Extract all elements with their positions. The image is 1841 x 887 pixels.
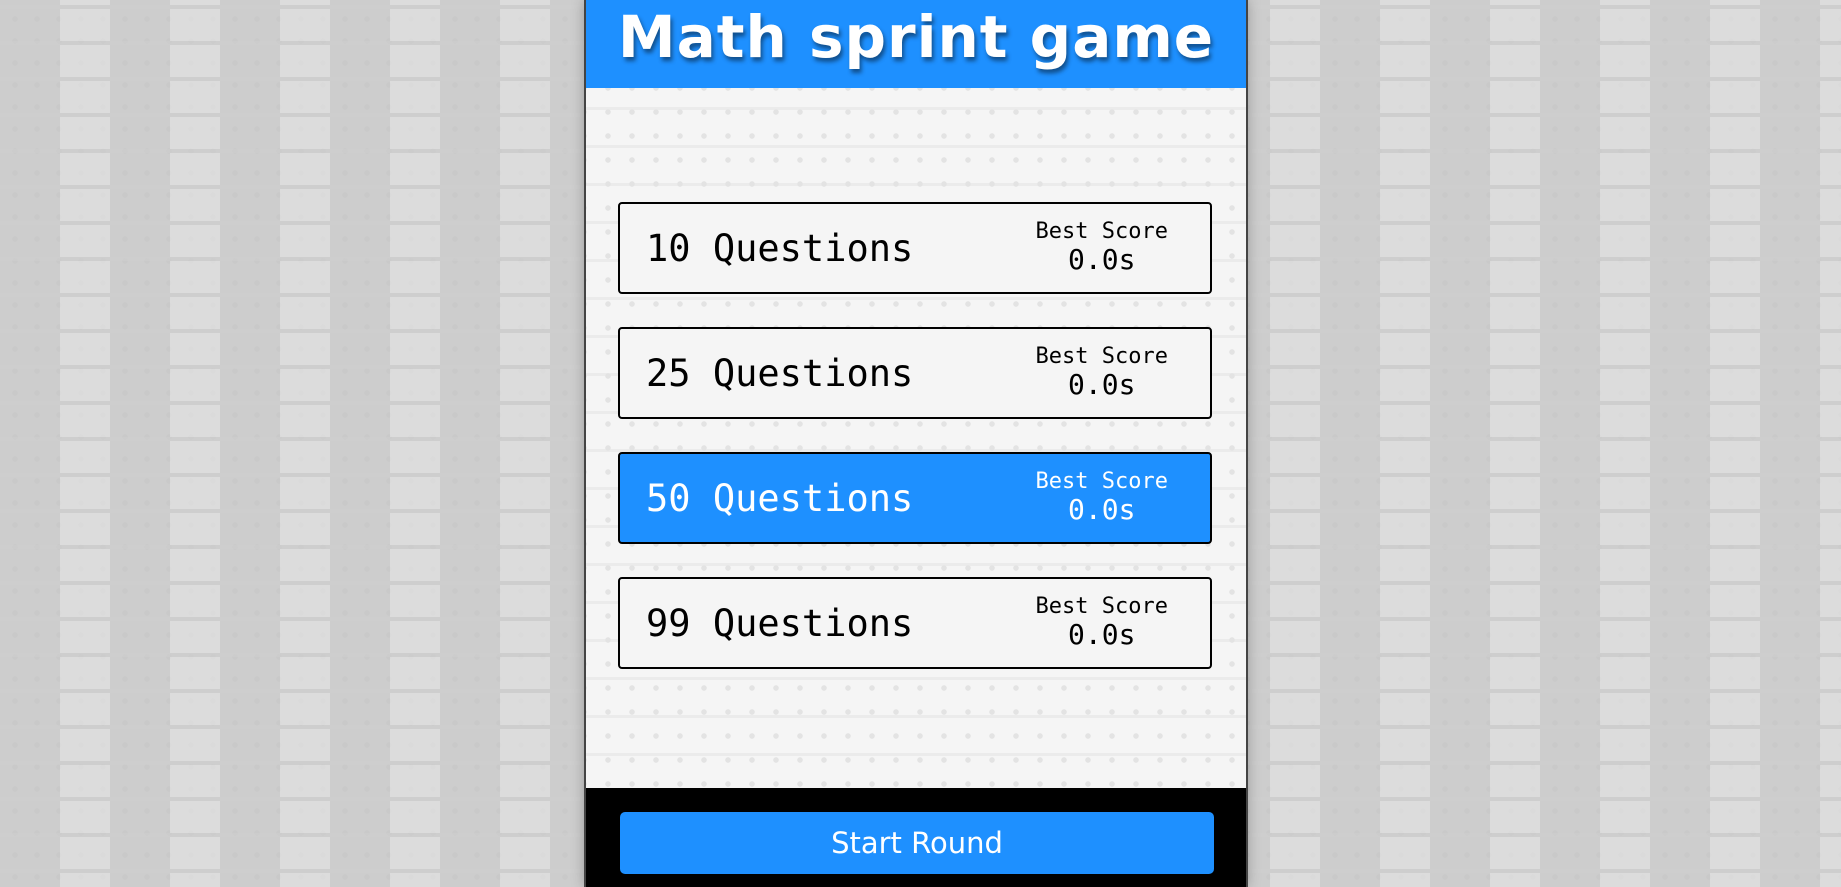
option-label: 50 Questions <box>646 476 914 520</box>
option-25-questions[interactable]: 25 Questions Best Score 0.0s <box>618 327 1212 419</box>
best-score-label: Best Score <box>1035 593 1168 619</box>
best-score: Best Score 0.0s <box>1035 468 1168 526</box>
header: Math sprint game <box>586 0 1246 88</box>
question-options: 10 Questions Best Score 0.0s 25 Question… <box>618 202 1212 702</box>
best-score: Best Score 0.0s <box>1035 593 1168 651</box>
best-score-value: 0.0s <box>1068 493 1136 526</box>
footer: Start Round <box>586 788 1246 887</box>
best-score-value: 0.0s <box>1068 618 1136 651</box>
option-label: 25 Questions <box>646 351 914 395</box>
start-round-button[interactable]: Start Round <box>620 812 1214 874</box>
best-score-label: Best Score <box>1035 218 1168 244</box>
best-score: Best Score 0.0s <box>1035 218 1168 276</box>
option-label: 99 Questions <box>646 601 914 645</box>
best-score-label: Best Score <box>1035 468 1168 494</box>
best-score-value: 0.0s <box>1068 243 1136 276</box>
option-label: 10 Questions <box>646 226 914 270</box>
best-score: Best Score 0.0s <box>1035 343 1168 401</box>
option-50-questions[interactable]: 50 Questions Best Score 0.0s <box>618 452 1212 544</box>
game-container: Math sprint game 10 Questions Best Score… <box>584 0 1248 887</box>
option-10-questions[interactable]: 10 Questions Best Score 0.0s <box>618 202 1212 294</box>
page-title: Math sprint game <box>617 3 1215 71</box>
option-99-questions[interactable]: 99 Questions Best Score 0.0s <box>618 577 1212 669</box>
best-score-label: Best Score <box>1035 343 1168 369</box>
best-score-value: 0.0s <box>1068 368 1136 401</box>
